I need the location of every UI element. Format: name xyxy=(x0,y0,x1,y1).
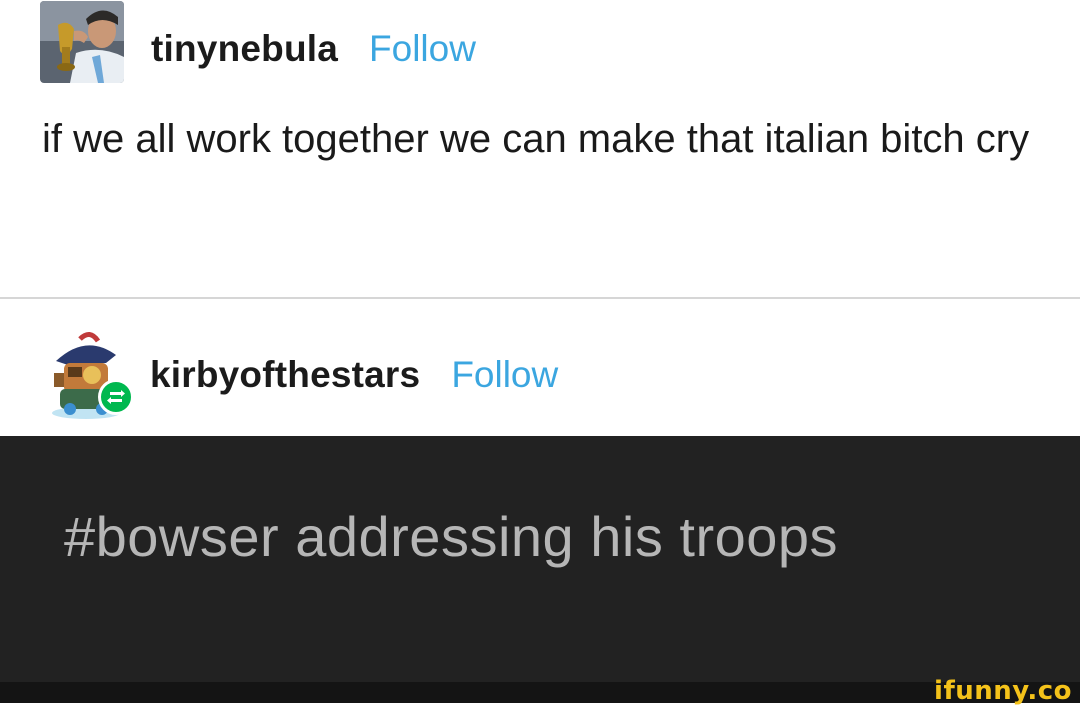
username[interactable]: tinynebula xyxy=(151,28,338,70)
post-body-text: if we all work together we can make that… xyxy=(42,117,1030,161)
post-kirbyofthestars: kirbyofthestars Follow xyxy=(0,299,1080,436)
follow-button[interactable]: Follow xyxy=(451,354,558,396)
avatar[interactable] xyxy=(40,1,124,83)
avatar-photo xyxy=(40,1,124,83)
reblog-icon xyxy=(107,390,125,404)
avatar[interactable] xyxy=(46,329,134,419)
tag-block: #bowser addressing his troops xyxy=(0,436,1080,682)
follow-button[interactable]: Follow xyxy=(369,28,476,70)
username[interactable]: kirbyofthestars xyxy=(150,354,420,396)
post-tinynebula: tinynebula Follow if we all work togethe… xyxy=(0,0,1080,297)
bottom-bar xyxy=(0,682,1080,703)
reblog-badge xyxy=(98,379,134,415)
post-header: tinynebula Follow xyxy=(40,1,476,83)
post-header: kirbyofthestars Follow xyxy=(46,329,558,419)
hashtag-text[interactable]: #bowser addressing his troops xyxy=(64,504,838,569)
watermark-logo: ifunny.co xyxy=(934,676,1072,706)
